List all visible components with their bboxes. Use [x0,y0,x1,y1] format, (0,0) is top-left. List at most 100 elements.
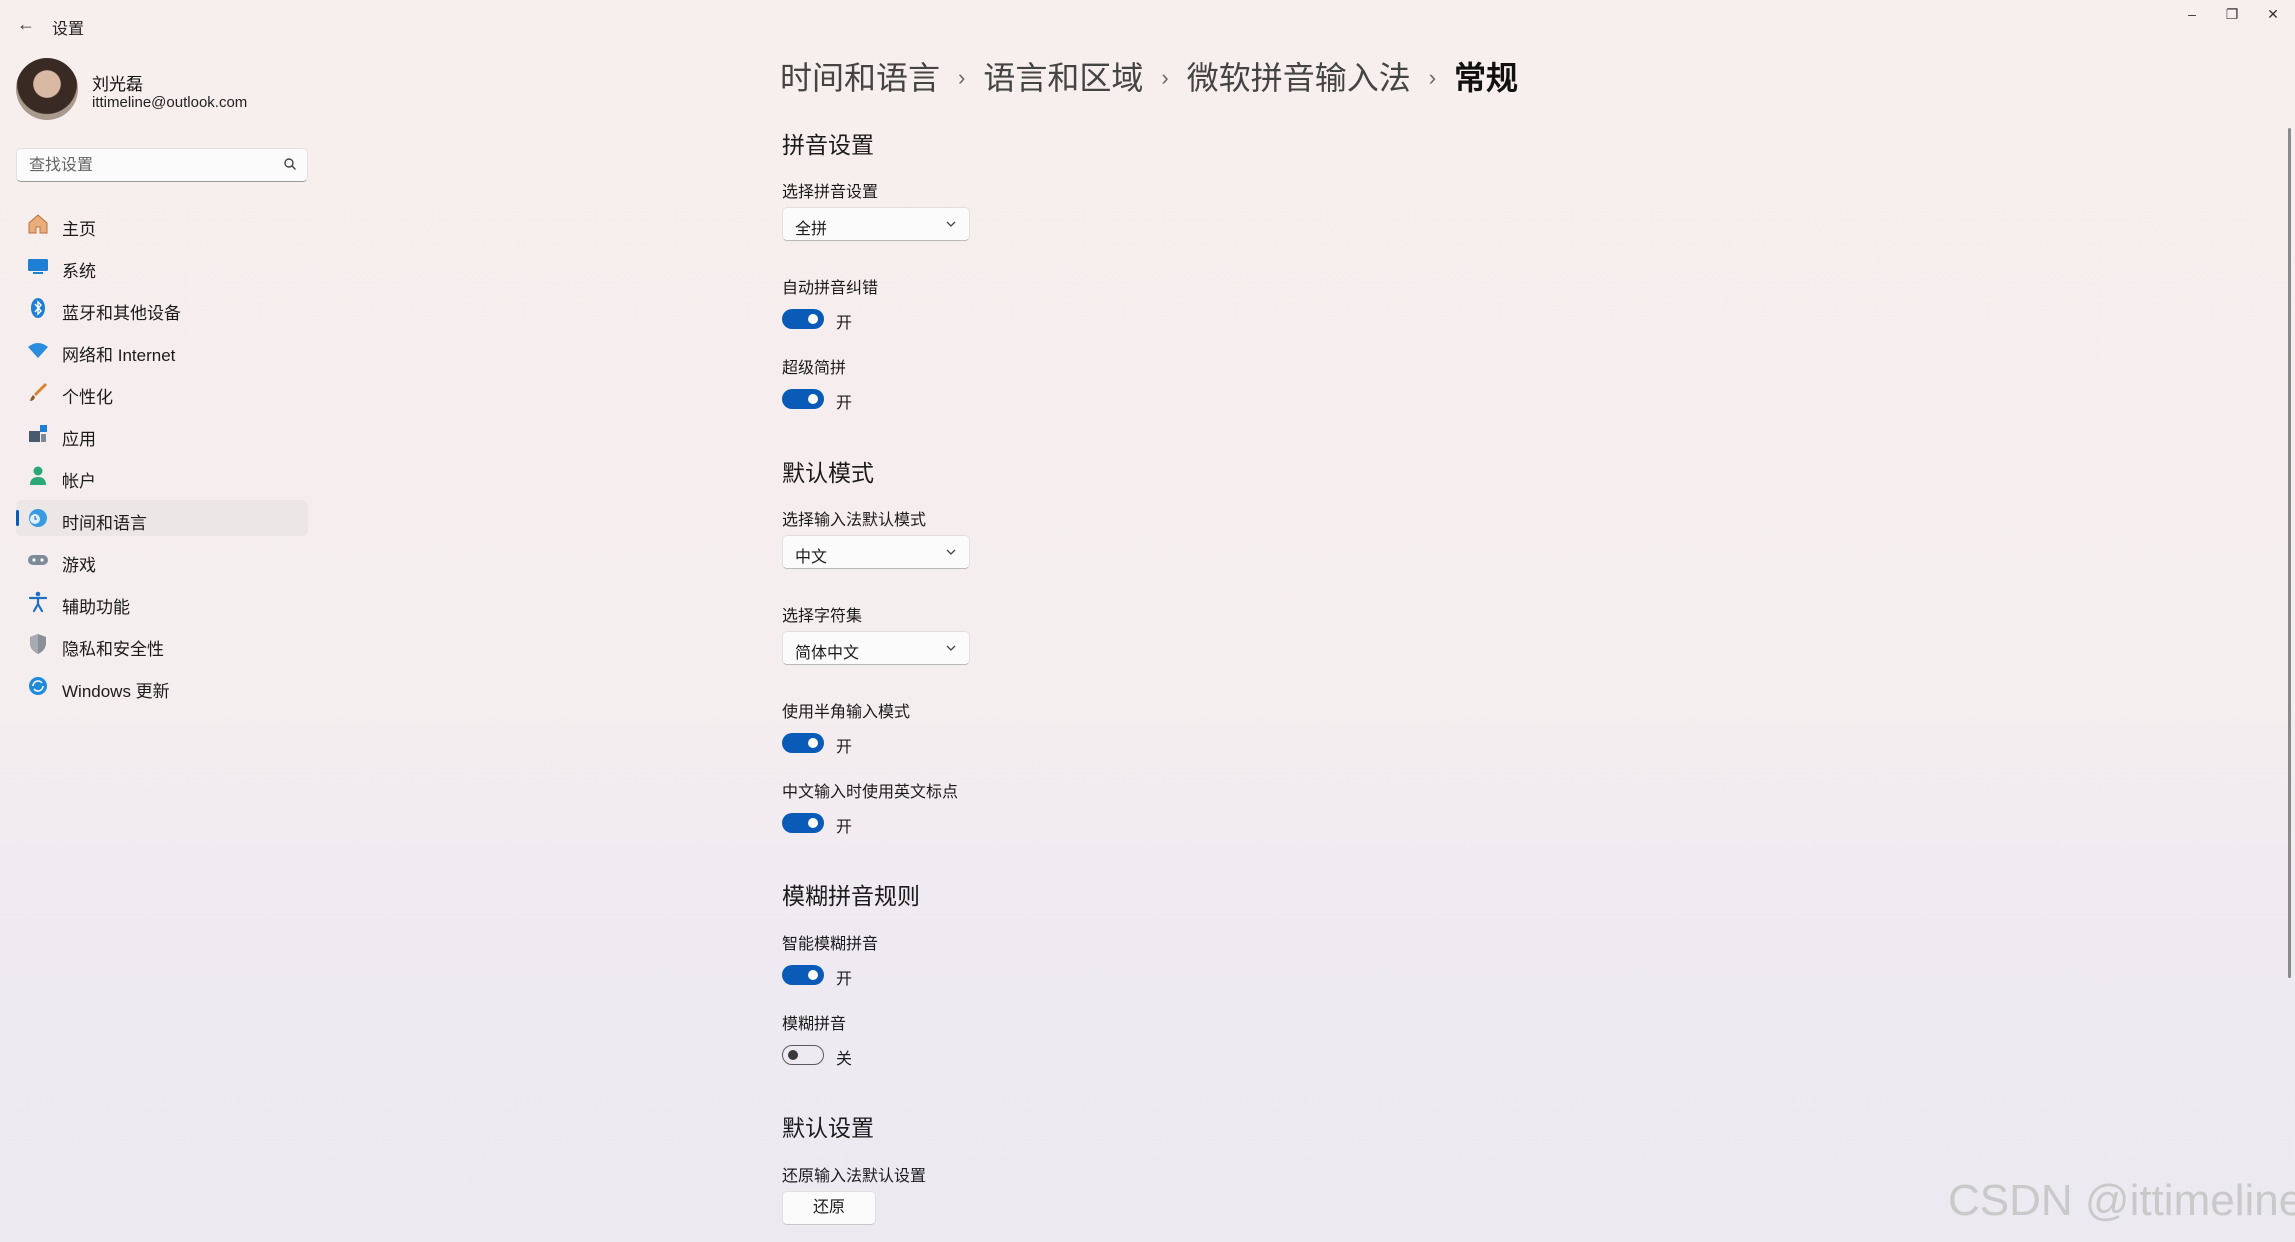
toggle-knob [808,394,818,404]
brush-icon [30,383,47,401]
sidebar-item-label: 辅助功能 [62,598,130,617]
time-language-icon [29,509,47,527]
toggle-state: 开 [836,395,853,412]
english-punctuation-toggle[interactable] [782,813,824,833]
settings-content: 拼音设置 选择拼音设置 全拼 自动拼音纠错 开 超级简拼 开 默认模式 选择输入… [782,0,1682,1242]
toggle-state: 关 [836,1051,853,1068]
active-indicator [16,510,19,526]
toggle-state: 开 [836,971,853,988]
charset-dropdown[interactable]: 简体中文 [782,631,970,665]
autocorrect-label: 自动拼音纠错 [782,280,879,297]
sidebar-nav: 主页 系统 蓝牙和其他设备 网络和 Internet 个性化 应用 帐户 时间和… [16,206,308,710]
sidebar-item-label: 游戏 [62,556,96,575]
charset-label: 选择字符集 [782,608,863,625]
dropdown-value: 中文 [795,549,828,566]
smart-fuzzy-toggle-row: 开 [782,963,982,988]
chevron-down-icon [946,549,956,555]
dropdown-value: 简体中文 [795,645,860,662]
search-box [16,148,308,183]
english-punctuation-label: 中文输入时使用英文标点 [782,784,959,801]
apps-icon [29,425,47,442]
section-title-pinyin: 拼音设置 [782,132,874,158]
system-icon [28,259,48,274]
sidebar-item-home[interactable]: 主页 [16,206,308,242]
shield-icon [30,634,46,654]
sidebar-item-personalization[interactable]: 个性化 [16,374,308,410]
user-email: ittimeline@outlook.com [92,94,248,111]
smart-fuzzy-toggle[interactable] [782,965,824,985]
back-arrow-icon[interactable]: ← [14,12,38,36]
minimize-button[interactable]: – [2173,4,2211,24]
sidebar-item-system[interactable]: 系统 [16,248,308,284]
sidebar-item-label: 隐私和安全性 [62,640,164,659]
bluetooth-icon [31,298,45,318]
gaming-icon [28,555,48,565]
toggle-state: 开 [836,819,853,836]
sidebar-item-label: 个性化 [62,388,113,407]
toggle-knob [788,1050,798,1060]
halfwidth-label: 使用半角输入模式 [782,704,911,721]
sidebar-item-label: 应用 [62,430,96,449]
section-title-default-mode: 默认模式 [782,460,874,486]
search-input[interactable] [27,149,271,183]
fuzzy-pinyin-toggle-row: 关 [782,1043,982,1068]
restore-button[interactable]: 还原 [782,1191,876,1225]
scrollbar[interactable] [2288,128,2291,978]
default-mode-label: 选择输入法默认模式 [782,512,927,529]
update-icon [29,677,47,695]
network-icon [28,343,48,358]
avatar [16,58,78,120]
search-icon[interactable] [283,157,297,171]
halfwidth-toggle[interactable] [782,733,824,753]
watermark: CSDN @ittimeline [1948,1176,2295,1225]
restore-defaults-label: 还原输入法默认设置 [782,1168,927,1185]
super-short-toggle-row: 开 [782,387,982,412]
sidebar-item-label: 帐户 [62,472,96,491]
sidebar-item-gaming[interactable]: 游戏 [16,542,308,578]
sidebar-item-accessibility[interactable]: 辅助功能 [16,584,308,620]
autocorrect-toggle-row: 开 [782,307,982,332]
smart-fuzzy-label: 智能模糊拼音 [782,936,879,953]
user-name: 刘光磊 [92,75,143,94]
sidebar-item-network[interactable]: 网络和 Internet [16,332,308,368]
chevron-down-icon [946,645,956,651]
toggle-knob [808,738,818,748]
toggle-state: 开 [836,315,853,332]
halfwidth-toggle-row: 开 [782,731,982,756]
pinyin-mode-label: 选择拼音设置 [782,184,879,201]
accessibility-icon [28,591,48,613]
super-short-pinyin-label: 超级简拼 [782,360,847,377]
fuzzy-pinyin-toggle[interactable] [782,1045,824,1065]
app-title: 设置 [52,21,85,38]
sidebar-item-accounts[interactable]: 帐户 [16,458,308,494]
sidebar-item-label: 网络和 Internet [62,346,176,365]
sidebar-item-bluetooth[interactable]: 蓝牙和其他设备 [16,290,308,326]
sidebar-item-apps[interactable]: 应用 [16,416,308,452]
toggle-state: 开 [836,739,853,756]
sidebar-item-privacy[interactable]: 隐私和安全性 [16,626,308,662]
autocorrect-toggle[interactable] [782,309,824,329]
section-title-defaults: 默认设置 [782,1115,874,1141]
english-punctuation-toggle-row: 开 [782,811,982,836]
sidebar-item-label: 主页 [62,220,96,239]
sidebar-item-label: Windows 更新 [62,682,170,701]
sidebar-item-label: 蓝牙和其他设备 [62,304,181,323]
user-profile[interactable]: 刘光磊 ittimeline@outlook.com [16,58,306,120]
sidebar-item-label: 时间和语言 [62,514,147,533]
account-icon [30,466,46,485]
sidebar-item-time-language[interactable]: 时间和语言 [16,500,308,536]
close-button[interactable]: ✕ [2254,4,2292,24]
toggle-knob [808,818,818,828]
sidebar-item-windows-update[interactable]: Windows 更新 [16,668,308,704]
section-title-fuzzy: 模糊拼音规则 [782,883,920,909]
chevron-down-icon [946,221,956,227]
fuzzy-pinyin-label: 模糊拼音 [782,1016,847,1033]
super-short-pinyin-toggle[interactable] [782,389,824,409]
home-icon [28,214,48,234]
default-mode-dropdown[interactable]: 中文 [782,535,970,569]
dropdown-value: 全拼 [795,221,828,238]
toggle-knob [808,970,818,980]
maximize-button[interactable]: ❐ [2213,4,2251,24]
toggle-knob [808,314,818,324]
pinyin-mode-dropdown[interactable]: 全拼 [782,207,970,241]
